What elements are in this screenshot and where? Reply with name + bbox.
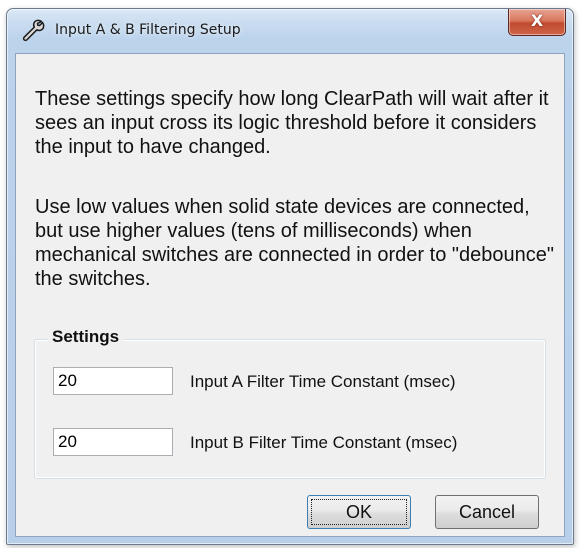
description-paragraph-2: Use low values when solid state devices … [35, 196, 554, 290]
close-button[interactable]: X [508, 9, 566, 36]
ok-button-label: OK [345, 501, 372, 522]
input-b-filter-label: Input B Filter Time Constant (msec) [190, 433, 458, 452]
title-bar[interactable]: Input A & B Filtering Setup X [7, 9, 573, 53]
window-title: Input A & B Filtering Setup [55, 22, 241, 38]
wrench-icon [21, 18, 45, 42]
input-a-filter-label: Input A Filter Time Constant (msec) [190, 372, 456, 391]
close-icon: X [530, 11, 544, 30]
dialog-body: These settings specify how long ClearPat… [15, 53, 565, 537]
input-b-filter-field[interactable] [53, 428, 173, 456]
input-a-filter-field[interactable] [53, 367, 173, 395]
description-paragraph-1: These settings specify how long ClearPat… [35, 88, 549, 158]
cancel-button-label: Cancel [458, 501, 516, 522]
settings-groupbox [34, 339, 546, 479]
settings-group-label: Settings [48, 327, 124, 347]
cancel-button[interactable]: Cancel [435, 495, 539, 529]
dialog-window: Input A & B Filtering Setup X These sett… [6, 8, 574, 545]
ok-button[interactable]: OK [307, 495, 411, 529]
